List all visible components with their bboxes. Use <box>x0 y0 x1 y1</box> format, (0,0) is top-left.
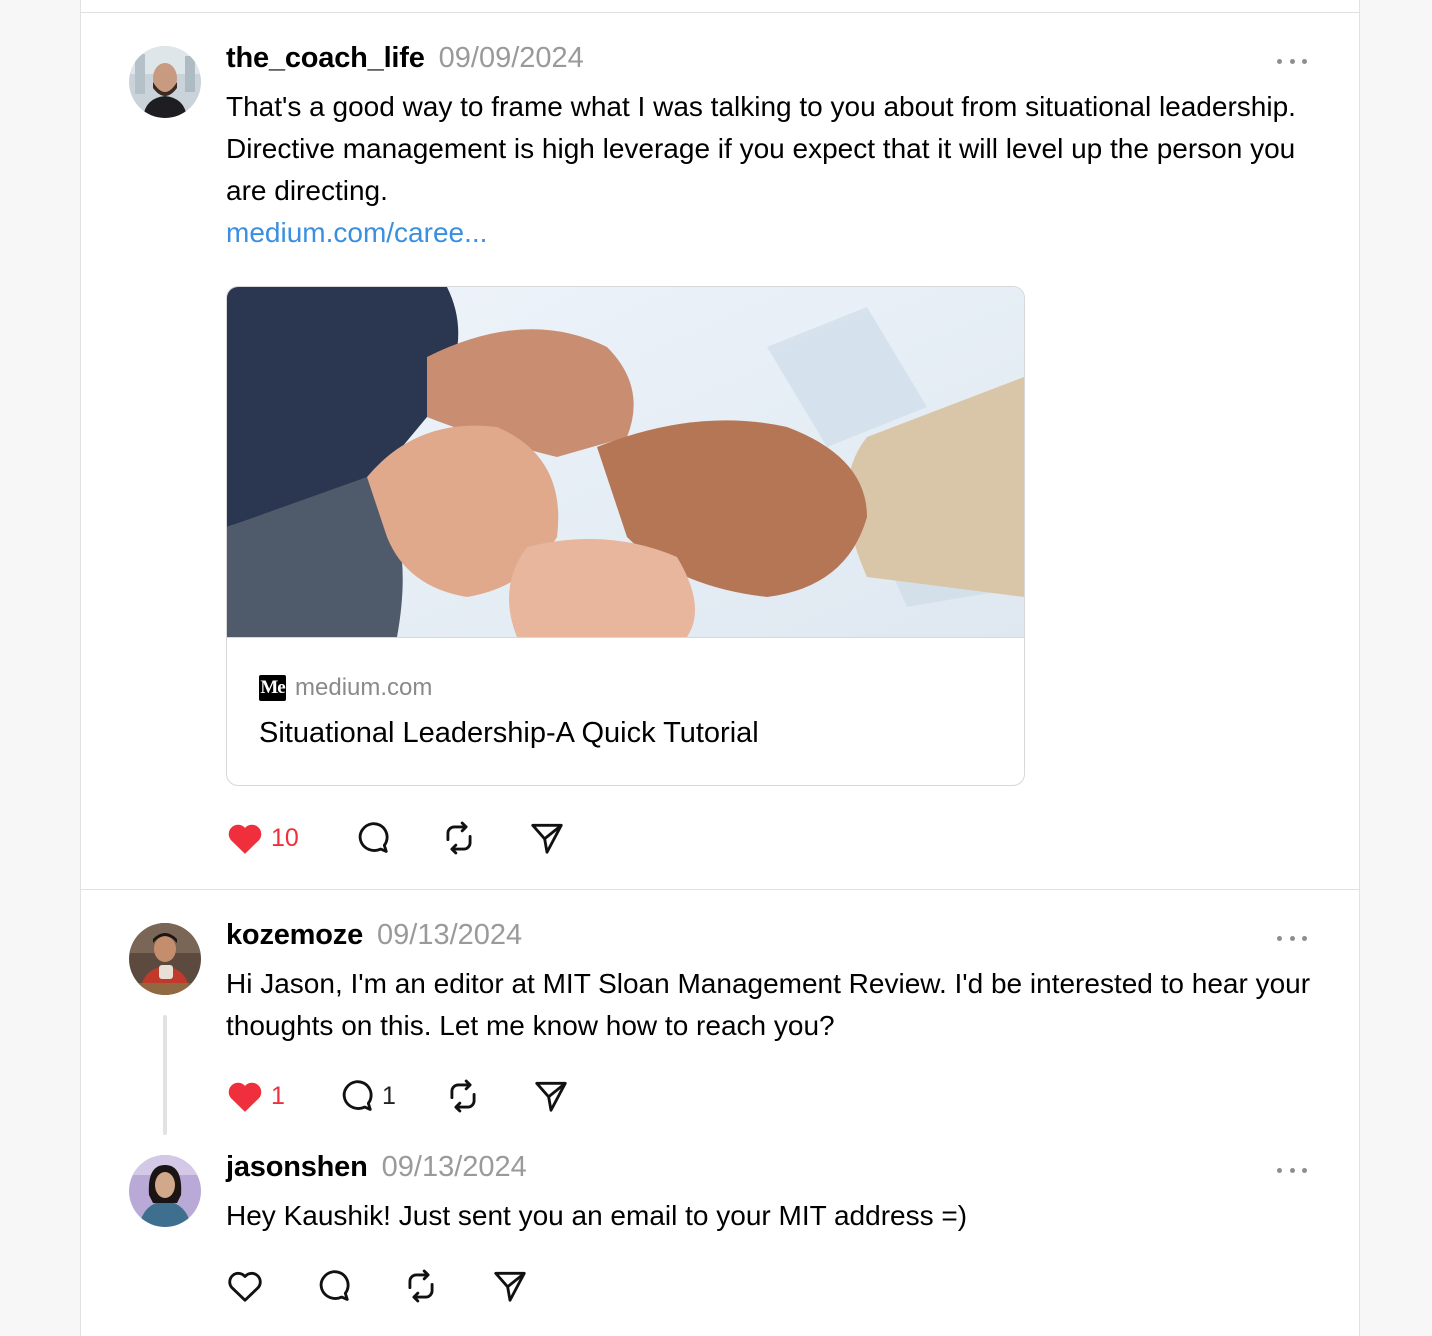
link-source: Me medium.com <box>259 673 432 703</box>
heart-icon <box>226 1078 264 1114</box>
feed-panel: the_coach_life 09/09/2024 That's a good … <box>80 0 1360 1336</box>
more-dots-icon[interactable] <box>1277 933 1307 943</box>
post-header: jasonshen 09/13/2024 <box>226 1151 527 1187</box>
post-header: kozemoze 09/13/2024 <box>226 919 522 955</box>
username[interactable]: kozemoze <box>226 919 363 952</box>
like-button[interactable] <box>226 1266 264 1306</box>
heart-icon <box>226 1268 264 1304</box>
comment-bubble-icon <box>314 1267 352 1305</box>
like-button[interactable]: 10 <box>226 818 299 858</box>
send-icon <box>532 1077 570 1115</box>
repost-button[interactable] <box>402 1266 440 1306</box>
post-date[interactable]: 09/13/2024 <box>382 1151 527 1184</box>
share-button[interactable] <box>528 818 566 858</box>
like-count: 1 <box>271 1081 285 1110</box>
repost-icon <box>402 1267 440 1305</box>
reply-button[interactable] <box>353 818 391 858</box>
post-date[interactable]: 09/09/2024 <box>439 42 584 75</box>
link-title: Situational Leadership-A Quick Tutorial <box>259 717 759 749</box>
reply-count: 1 <box>382 1081 396 1110</box>
post-link[interactable]: medium.com/caree... <box>226 212 487 254</box>
repost-button[interactable] <box>440 818 478 858</box>
post-header: the_coach_life 09/09/2024 <box>226 42 584 78</box>
divider <box>81 889 1359 890</box>
send-icon <box>491 1267 529 1305</box>
link-domain: medium.com <box>295 674 433 701</box>
avatar[interactable] <box>129 46 201 118</box>
repost-icon <box>440 819 478 857</box>
username[interactable]: jasonshen <box>226 1151 368 1184</box>
comment-bubble-icon <box>353 819 391 857</box>
comment-bubble-icon <box>337 1077 375 1115</box>
repost-icon <box>444 1077 482 1115</box>
post-text: Hi Jason, I'm an editor at MIT Sloan Man… <box>226 968 1311 1041</box>
more-dots-icon[interactable] <box>1277 1165 1307 1175</box>
post-date[interactable]: 09/13/2024 <box>377 919 522 952</box>
reply-button[interactable]: 1 <box>337 1076 396 1116</box>
like-count: 10 <box>271 823 299 852</box>
more-dots-icon[interactable] <box>1277 56 1307 66</box>
send-icon <box>528 819 566 857</box>
share-button[interactable] <box>491 1266 529 1306</box>
repost-button[interactable] <box>444 1076 482 1116</box>
post-text: That's a good way to frame what I was ta… <box>226 91 1296 206</box>
link-preview-image <box>227 287 1024 638</box>
like-button[interactable]: 1 <box>226 1076 285 1116</box>
heart-icon <box>226 820 264 856</box>
avatar[interactable] <box>129 1155 201 1227</box>
username[interactable]: the_coach_life <box>226 42 425 75</box>
share-button[interactable] <box>532 1076 570 1116</box>
divider <box>81 12 1359 13</box>
post-text: Hey Kaushik! Just sent you an email to y… <box>226 1200 968 1231</box>
avatar[interactable] <box>129 923 201 995</box>
link-preview-card[interactable]: Me medium.com Situational Leadership-A Q… <box>226 286 1025 786</box>
reply-button[interactable] <box>314 1266 352 1306</box>
medium-logo-icon: Me <box>259 675 286 701</box>
thread-line <box>163 1015 167 1135</box>
